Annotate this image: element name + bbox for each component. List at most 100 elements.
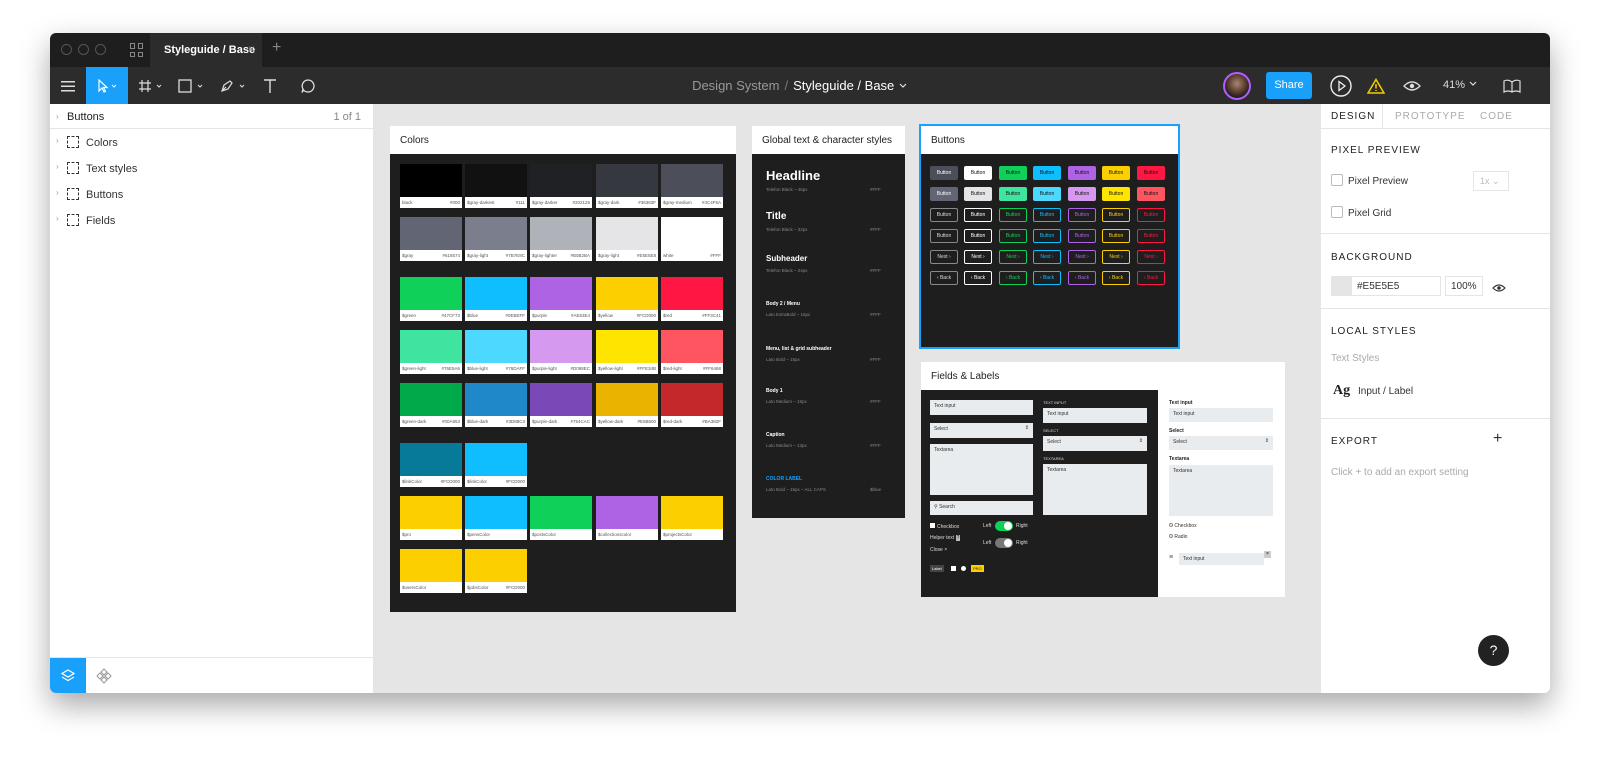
light-textarea[interactable]: Textarea xyxy=(1169,465,1273,516)
text-style-item[interactable]: Input / Label xyxy=(1358,386,1413,397)
warning-button[interactable] xyxy=(1362,67,1390,104)
color-swatch[interactable]: $purple #AE63E4 xyxy=(530,277,592,321)
textarea-sample[interactable]: Textarea xyxy=(930,444,1033,495)
button-sample[interactable]: Button xyxy=(1137,166,1165,180)
button-sample[interactable]: Button xyxy=(1033,166,1061,180)
text-style-row[interactable]: Subheader Telefon Black – 24px #FFF xyxy=(766,254,891,273)
search-input-sample[interactable]: ⚲ Search xyxy=(930,501,1033,515)
button-sample[interactable]: Button xyxy=(999,208,1027,222)
color-swatch[interactable]: $jobsColor #FCD000 xyxy=(465,549,527,593)
new-tab-icon[interactable]: + xyxy=(272,39,281,57)
color-swatch[interactable]: $yellow-dark #E5B600 xyxy=(596,383,658,427)
color-swatch[interactable]: $gray-light #E5E5E8 xyxy=(596,217,658,261)
color-swatch[interactable]: $gray #616574 xyxy=(400,217,462,261)
button-sample[interactable]: Button xyxy=(930,229,958,243)
button-sample[interactable]: Button xyxy=(1033,187,1061,201)
color-swatch[interactable]: $gray-light #7B7E8C xyxy=(465,217,527,261)
button-sample[interactable]: Next › xyxy=(964,250,992,264)
color-swatch[interactable]: $gray-darkest #111 xyxy=(465,164,527,208)
button-sample[interactable]: Button xyxy=(1137,229,1165,243)
button-sample[interactable]: Button xyxy=(1102,187,1130,201)
tab-design[interactable]: DESIGN xyxy=(1331,111,1375,122)
button-sample[interactable]: Next › xyxy=(1137,250,1165,264)
button-sample[interactable]: Button xyxy=(1033,208,1061,222)
window-minimize-dot[interactable] xyxy=(78,44,89,55)
text-input-sample[interactable]: Text input xyxy=(930,400,1033,415)
background-visibility-toggle[interactable] xyxy=(1492,280,1506,298)
button-sample[interactable]: Button xyxy=(930,166,958,180)
text-style-row[interactable]: Body 1 Lato Medium – 15px #FFF xyxy=(766,388,891,404)
close-icon[interactable]: × xyxy=(1264,551,1271,558)
file-tab[interactable]: Styleguide / Base xyxy=(150,33,262,67)
components-tab-button[interactable] xyxy=(86,658,122,693)
text-styles-frame[interactable]: Global text & character styles Headline T… xyxy=(752,126,905,518)
button-sample[interactable]: Button xyxy=(1068,187,1096,201)
buttons-frame[interactable]: Buttons Button Button Button Button Button Bu… xyxy=(919,124,1180,349)
color-swatch[interactable]: $red-light #FF6468 xyxy=(661,330,723,374)
button-sample[interactable]: Button xyxy=(1137,208,1165,222)
button-sample[interactable]: Next › xyxy=(1068,250,1096,264)
toggle-off[interactable] xyxy=(995,538,1013,548)
checkbox-mini[interactable] xyxy=(951,566,956,571)
color-swatch[interactable]: $blue #0EBEFF xyxy=(465,277,527,321)
color-swatch[interactable]: $gray-darker #202125 xyxy=(530,164,592,208)
button-sample[interactable]: Button xyxy=(1068,229,1096,243)
window-zoom-dot[interactable] xyxy=(95,44,106,55)
color-swatch[interactable]: $pensColor xyxy=(465,496,527,540)
light-radio[interactable]: Radio xyxy=(1169,534,1187,540)
help-button[interactable]: ? xyxy=(1478,635,1509,666)
button-sample[interactable]: Button xyxy=(999,166,1027,180)
caret-right-icon[interactable]: › xyxy=(56,188,59,197)
color-swatch[interactable]: $collectionscolor xyxy=(596,496,658,540)
button-sample[interactable]: Button xyxy=(1068,166,1096,180)
light-checkbox[interactable]: Checkbox xyxy=(1169,523,1197,529)
button-sample[interactable]: ‹ Back xyxy=(930,271,958,285)
background-fill-field[interactable]: #E5E5E5 xyxy=(1331,276,1441,296)
color-swatch[interactable]: $projectsColor xyxy=(661,496,723,540)
button-sample[interactable]: Button xyxy=(964,208,992,222)
fields-frame[interactable]: Fields & Labels Text input Select ⇕ Texta… xyxy=(921,362,1285,597)
caret-right-icon[interactable]: › xyxy=(56,214,59,223)
text-style-row[interactable]: Body 2 / Menu Lato ExtraBold – 16px #FFF xyxy=(766,301,891,317)
color-swatch[interactable]: $purple-light #D098EC xyxy=(530,330,592,374)
pixel-preview-checkbox[interactable] xyxy=(1331,174,1343,186)
color-swatch[interactable]: $yellow-light #FFE34B xyxy=(596,330,658,374)
button-sample[interactable]: Button xyxy=(1068,208,1096,222)
light-text-input[interactable]: Text input xyxy=(1169,408,1273,422)
button-sample[interactable]: Button xyxy=(930,187,958,201)
text-style-row[interactable]: COLOR LABEL Lato Bold – 15px – ALL CAPS $b… xyxy=(766,476,891,492)
button-sample[interactable]: Button xyxy=(1137,187,1165,201)
color-swatch[interactable]: $linkColor #FCD000 xyxy=(465,443,527,487)
add-export-icon[interactable]: + xyxy=(1493,430,1502,448)
color-swatch[interactable]: white #FFF xyxy=(661,217,723,261)
background-swatch[interactable] xyxy=(1332,277,1352,295)
select-sample-2[interactable]: Select ⇕ xyxy=(1043,436,1147,451)
color-swatch[interactable]: $purple-dark #754CAC xyxy=(530,383,592,427)
color-swatch[interactable]: $gray-dark #36383F xyxy=(596,164,658,208)
button-sample[interactable]: Next › xyxy=(1033,250,1061,264)
color-swatch[interactable]: $red-dark #BA382F xyxy=(661,383,723,427)
present-button[interactable] xyxy=(1326,67,1356,104)
text-style-row[interactable]: Menu, list & grid subheader Lato Bold – 1… xyxy=(766,346,891,362)
button-sample[interactable]: ‹ Back xyxy=(964,271,992,285)
button-sample[interactable]: Button xyxy=(1033,229,1061,243)
checkbox-sample[interactable]: Checkbox xyxy=(930,523,959,530)
pixel-preview-scale-select[interactable]: 1x ⌄ xyxy=(1473,171,1509,191)
radio-mini[interactable] xyxy=(961,566,966,571)
layer-item[interactable]: › Buttons xyxy=(50,181,373,207)
button-sample[interactable]: Button xyxy=(999,187,1027,201)
canvas[interactable]: Colors black #000 $gray-darkest #111 $gray-d… xyxy=(374,104,1320,693)
zoom-level[interactable]: 41% xyxy=(1443,79,1478,91)
layer-item[interactable]: › Fields xyxy=(50,207,373,233)
color-swatch[interactable]: $pro xyxy=(400,496,462,540)
text-input-sample-2[interactable]: Text input xyxy=(1043,408,1147,423)
color-swatch[interactable]: $blue-light #76DAFF xyxy=(465,330,527,374)
tab-code[interactable]: CODE xyxy=(1480,111,1513,122)
button-sample[interactable]: Button xyxy=(930,208,958,222)
background-opacity-field[interactable]: 100% xyxy=(1445,276,1483,296)
button-sample[interactable]: Button xyxy=(1102,229,1130,243)
color-swatch[interactable]: $green-light #76E5A6 xyxy=(400,330,462,374)
light-text-input-2[interactable]: Text input xyxy=(1179,553,1264,565)
textarea-sample-2[interactable]: Textarea xyxy=(1043,464,1147,515)
button-sample[interactable]: ‹ Back xyxy=(999,271,1027,285)
